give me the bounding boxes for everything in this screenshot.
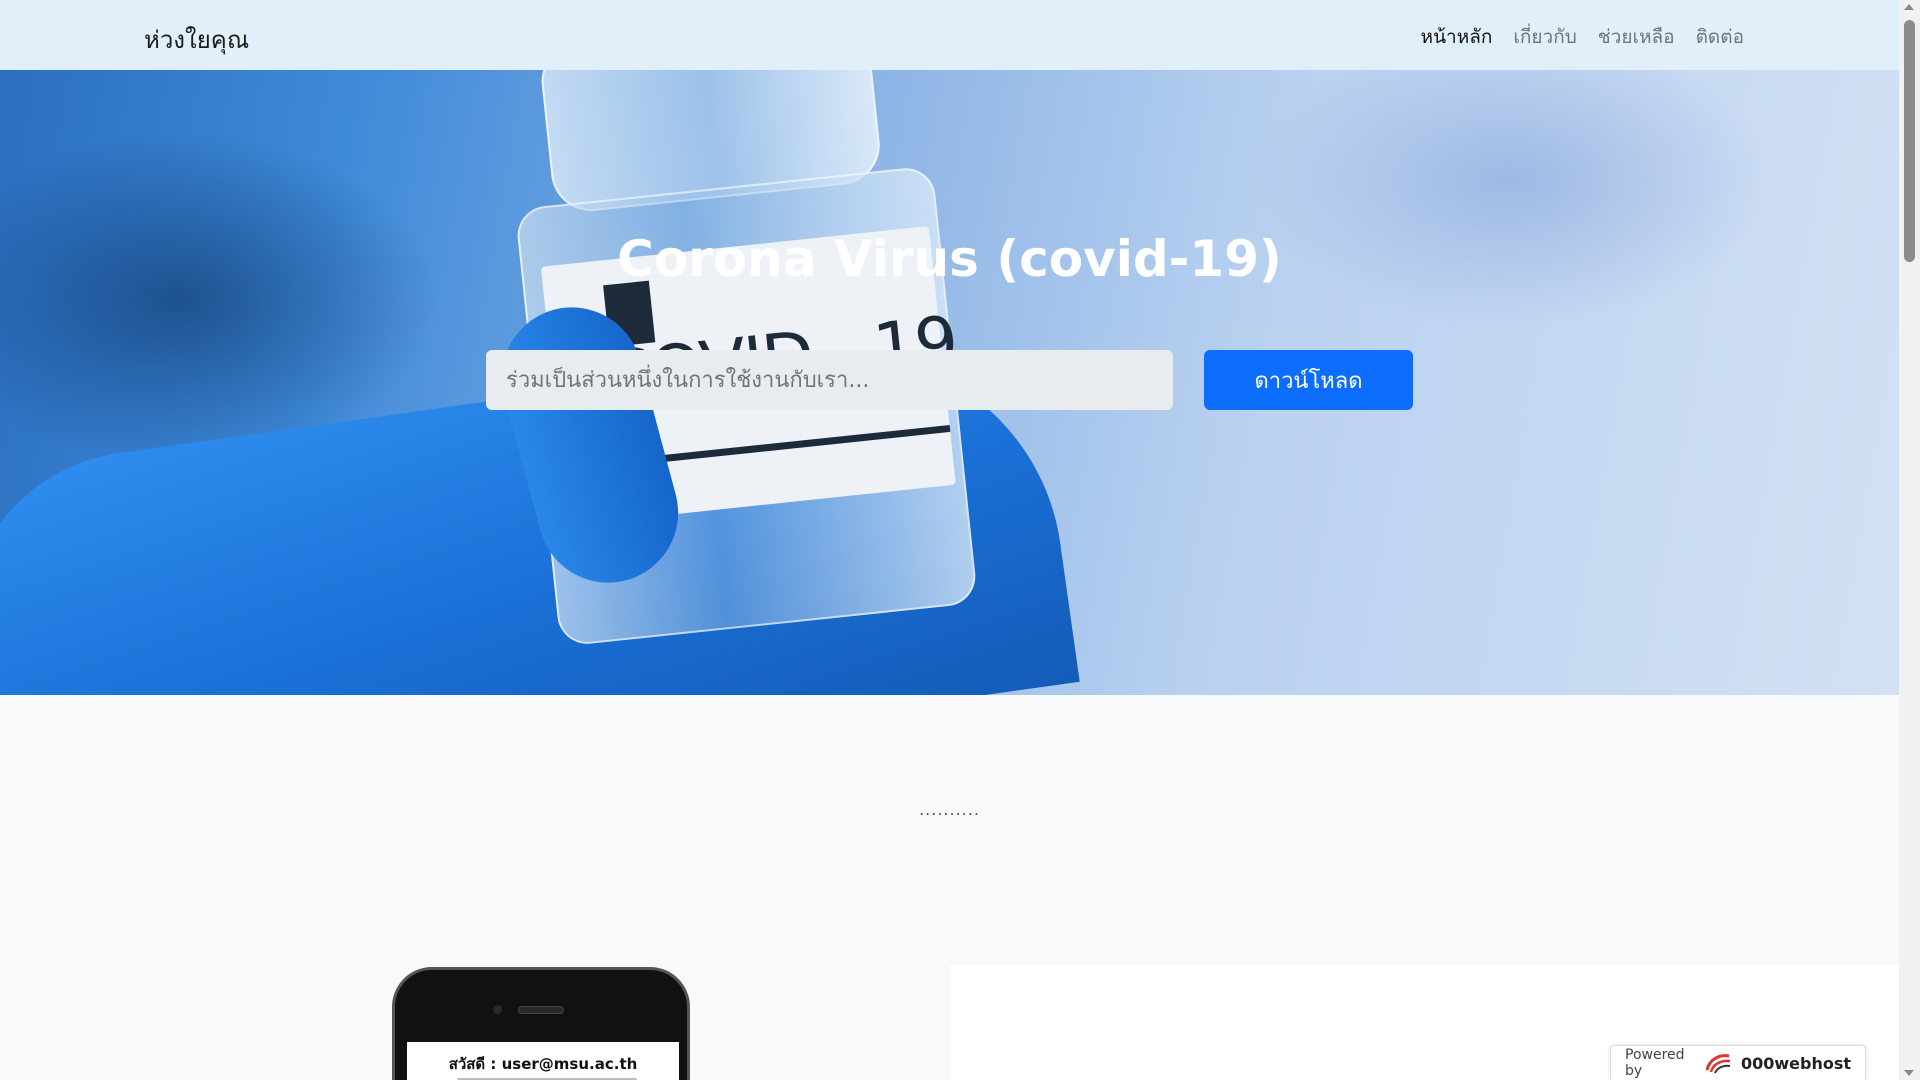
vertical-scrollbar[interactable] [1899,0,1920,1080]
nav-link-about[interactable]: เกี่ยวกับ [1513,22,1576,52]
brand-link[interactable]: ห่วงใยคุณ [144,20,249,59]
signup-input[interactable] [486,350,1173,410]
scroll-up-arrow-icon[interactable] [1904,4,1914,10]
scrollbar-thumb[interactable] [1904,20,1915,262]
download-button[interactable]: ดาวน์โหลด [1204,350,1413,410]
powered-by-brand: 000webhost [1740,1053,1851,1073]
hero-background-blur-right [1250,70,1770,330]
hero-section: COVID - 19 Corona Virus (covid-19) ดาวน์… [0,70,1899,695]
phone-speaker-icon [518,1006,564,1014]
nav-link-help[interactable]: ช่วยเหลือ [1598,22,1675,52]
phone-screen: สวัสดี : user@msu.ac.th [407,1042,679,1080]
hero-title: Corona Virus (covid-19) [617,230,1282,288]
section-placeholder-dots: .......... [919,800,980,819]
000webhost-logo-icon [1703,1052,1733,1074]
nav-link-contact[interactable]: ติดต่อ [1696,22,1744,52]
phone-mockup: สวัสดี : user@msu.ac.th [392,967,690,1080]
navbar: ห่วงใยคุณ หน้าหลัก เกี่ยวกับ ช่วยเหลือ ต… [0,0,1899,70]
phone-camera-icon [493,1005,502,1014]
phone-greeting: สวัสดี : user@msu.ac.th [448,1055,638,1073]
powered-by-badge[interactable]: Powered by 000webhost [1610,1045,1866,1080]
scroll-down-arrow-icon[interactable] [1904,1070,1914,1076]
nav-links: หน้าหลัก เกี่ยวกับ ช่วยเหลือ ติดต่อ [1421,22,1744,52]
page: ห่วงใยคุณ หน้าหลัก เกี่ยวกับ ช่วยเหลือ ต… [0,0,1920,1080]
nav-link-home[interactable]: หน้าหลัก [1421,22,1493,52]
powered-by-text: Powered by [1625,1047,1685,1079]
